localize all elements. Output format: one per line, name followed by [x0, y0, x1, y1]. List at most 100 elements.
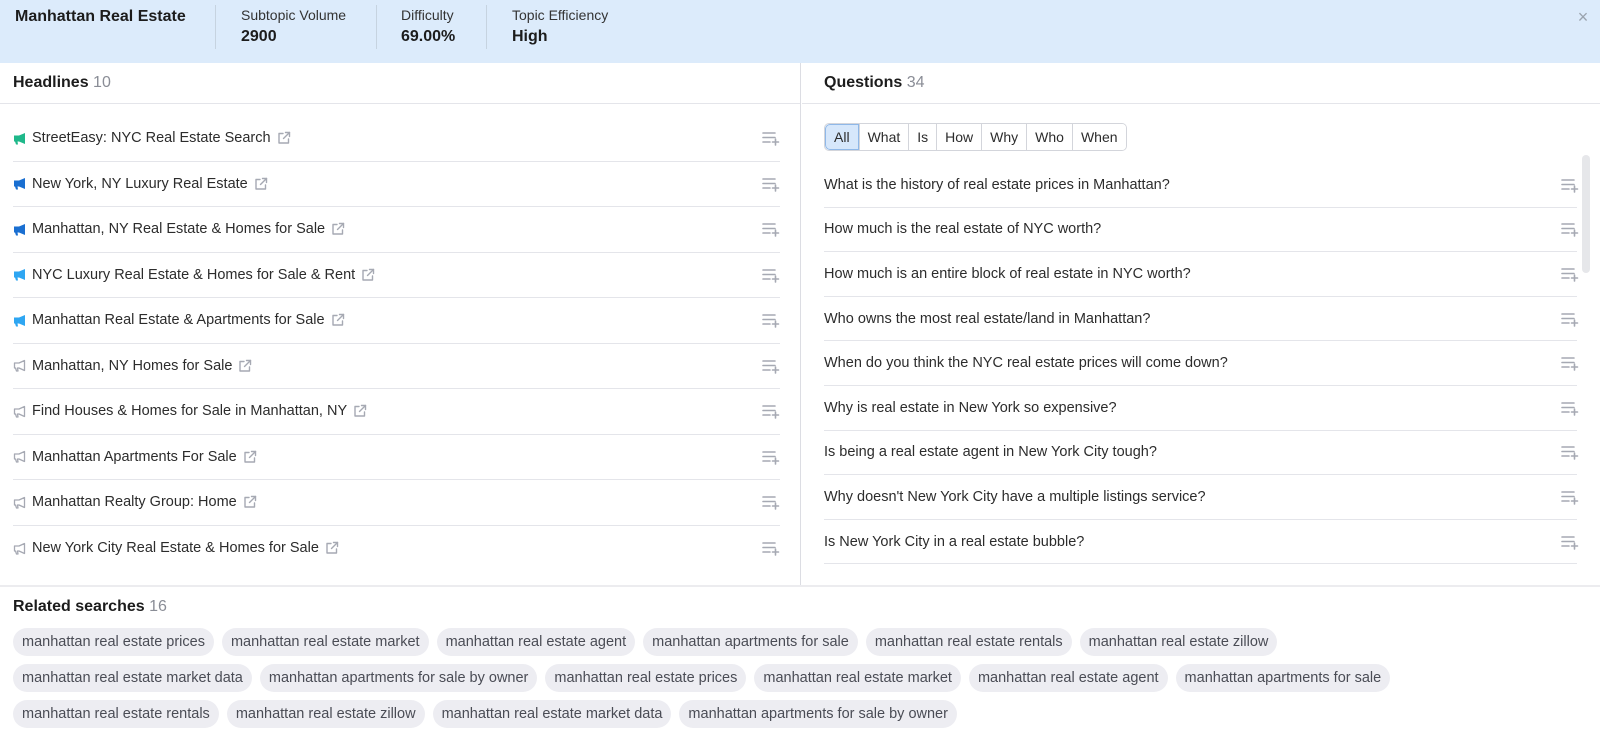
question-row: Who owns the most real estate/land in Ma…	[824, 297, 1579, 342]
headline-row: NYC Luxury Real Estate & Homes for Sale …	[13, 253, 780, 298]
close-icon[interactable]: ×	[1572, 6, 1594, 28]
headline-row: Manhattan, NY Real Estate & Homes for Sa…	[13, 207, 780, 253]
external-link-icon[interactable]	[238, 359, 252, 373]
related-search-chip[interactable]: manhattan real estate zillow	[226, 700, 425, 728]
questions-list: What is the history of real estate price…	[824, 163, 1579, 565]
filter-tab-all[interactable]: All	[825, 124, 859, 150]
add-to-list-icon[interactable]	[1561, 400, 1579, 416]
divider	[215, 5, 216, 49]
related-search-chip[interactable]: manhattan real estate prices	[13, 628, 214, 656]
filter-tab-is[interactable]: Is	[908, 124, 937, 150]
add-to-list-icon[interactable]	[1561, 177, 1579, 193]
headlines-panel: Headlines 10 StreetEasy: NYC Real Estate…	[0, 63, 801, 585]
question-text[interactable]: Why is real estate in New York so expens…	[824, 400, 1117, 416]
metric-subtopic-volume: Subtopic Volume 2900	[241, 7, 346, 46]
question-text[interactable]: Is being a real estate agent in New York…	[824, 444, 1157, 460]
related-search-chip[interactable]: manhattan real estate agent	[436, 628, 636, 656]
headline-text: New York City Real Estate & Homes for Sa…	[32, 540, 319, 557]
add-to-list-icon[interactable]	[1561, 266, 1579, 282]
metric-topic-efficiency: Topic Efficiency High	[512, 7, 608, 46]
filter-tab-what[interactable]: What	[858, 124, 909, 150]
headline-text: Manhattan, NY Homes for Sale	[32, 357, 233, 374]
add-to-list-icon[interactable]	[762, 176, 780, 192]
questions-header: Questions 34	[802, 63, 1600, 104]
question-text[interactable]: Is New York City in a real estate bubble…	[824, 534, 1084, 550]
related-search-chip[interactable]: manhattan real estate rentals	[865, 628, 1072, 656]
add-to-list-icon[interactable]	[762, 494, 780, 511]
related-search-chip[interactable]: manhattan apartments for sale	[643, 628, 858, 656]
megaphone-icon	[13, 268, 26, 281]
filter-tab-who[interactable]: Who	[1026, 124, 1072, 150]
add-to-list-icon[interactable]	[1561, 534, 1579, 550]
add-to-list-icon[interactable]	[762, 312, 780, 329]
related-searches-chips: manhattan real estate prices manhattan re…	[13, 628, 1493, 728]
question-row: Why is real estate in New York so expens…	[824, 386, 1579, 431]
add-to-list-icon[interactable]	[762, 267, 780, 283]
add-to-list-icon[interactable]	[762, 358, 780, 374]
add-to-list-icon[interactable]	[1561, 311, 1579, 327]
add-to-list-icon[interactable]	[1561, 489, 1579, 505]
filter-tab-how[interactable]: How	[936, 124, 982, 150]
filter-tab-when[interactable]: When	[1071, 124, 1126, 150]
external-link-icon[interactable]	[243, 450, 257, 464]
headline-row: Find Houses & Homes for Sale in Manhatta…	[13, 389, 780, 435]
external-link-icon[interactable]	[254, 177, 268, 191]
headline-text: Manhattan Real Estate & Apartments for S…	[32, 312, 325, 329]
related-search-chip[interactable]: manhattan real estate zillow	[1079, 628, 1278, 656]
metric-label: Subtopic Volume	[241, 7, 347, 23]
related-search-chip[interactable]: manhattan real estate market	[221, 628, 429, 656]
add-to-list-icon[interactable]	[762, 403, 780, 420]
related-search-chip[interactable]: manhattan apartments for sale	[1175, 664, 1391, 692]
question-text[interactable]: What is the history of real estate price…	[824, 177, 1170, 193]
headlines-header: Headlines 10	[0, 63, 800, 104]
headline-row: Manhattan, NY Homes for Sale	[13, 344, 780, 389]
external-link-icon[interactable]	[325, 541, 339, 555]
related-search-chip[interactable]: manhattan real estate agent	[968, 664, 1168, 692]
question-text[interactable]: Who owns the most real estate/land in Ma…	[824, 311, 1150, 327]
related-searches-header: Related searches 16	[13, 598, 167, 616]
megaphone-icon	[13, 314, 26, 327]
headlines-title: Headlines	[13, 74, 89, 91]
add-to-list-icon[interactable]	[762, 540, 780, 557]
question-filter-group: All What Is How Why Who When	[824, 123, 1127, 151]
questions-scrollbar[interactable]	[1582, 155, 1590, 273]
related-search-chip[interactable]: manhattan real estate market	[754, 664, 961, 692]
question-text[interactable]: How much is an entire block of real esta…	[824, 266, 1191, 282]
add-to-list-icon[interactable]	[1561, 221, 1579, 238]
metric-value: 69.00%	[401, 28, 456, 45]
external-link-icon[interactable]	[277, 131, 291, 145]
related-search-chip[interactable]: manhattan apartments for sale by owner	[259, 664, 538, 692]
question-text[interactable]: When do you think the NYC real estate pr…	[824, 355, 1228, 371]
question-text[interactable]: How much is the real estate of NYC worth…	[824, 221, 1101, 237]
headline-row: Manhattan Real Estate & Apartments for S…	[13, 298, 780, 344]
megaphone-icon	[13, 450, 26, 463]
related-search-chip[interactable]: manhattan real estate prices	[545, 664, 747, 692]
add-to-list-icon[interactable]	[762, 449, 780, 465]
related-search-chip[interactable]: manhattan real estate rentals	[13, 700, 219, 728]
related-search-chip[interactable]: manhattan real estate market data	[13, 664, 252, 692]
headline-text: New York, NY Luxury Real Estate	[32, 175, 248, 192]
add-to-list-icon[interactable]	[1561, 444, 1579, 461]
add-to-list-icon[interactable]	[762, 130, 780, 147]
megaphone-icon	[13, 223, 26, 236]
headline-text: Manhattan Apartments For Sale	[32, 448, 237, 465]
related-search-chip[interactable]: manhattan real estate market data	[432, 700, 672, 728]
headline-row: New York, NY Luxury Real Estate	[13, 162, 780, 207]
external-link-icon[interactable]	[361, 268, 375, 282]
related-search-chip[interactable]: manhattan apartments for sale by owner	[679, 700, 957, 728]
external-link-icon[interactable]	[331, 313, 345, 327]
question-row: Is being a real estate agent in New York…	[824, 431, 1579, 476]
headlines-list: StreetEasy: NYC Real Estate Search New Yo…	[13, 116, 780, 571]
questions-count: 34	[906, 74, 925, 91]
external-link-icon[interactable]	[353, 404, 367, 418]
add-to-list-icon[interactable]	[1561, 355, 1579, 371]
add-to-list-icon[interactable]	[762, 221, 780, 238]
filter-tab-why[interactable]: Why	[981, 124, 1027, 150]
megaphone-icon	[13, 132, 26, 145]
related-searches-title: Related searches	[13, 598, 145, 615]
external-link-icon[interactable]	[243, 495, 257, 509]
headline-text: Manhattan, NY Real Estate & Homes for Sa…	[32, 221, 326, 238]
question-text[interactable]: Why doesn't New York City have a multipl…	[824, 489, 1206, 505]
external-link-icon[interactable]	[331, 222, 345, 236]
question-row: When do you think the NYC real estate pr…	[824, 341, 1579, 386]
